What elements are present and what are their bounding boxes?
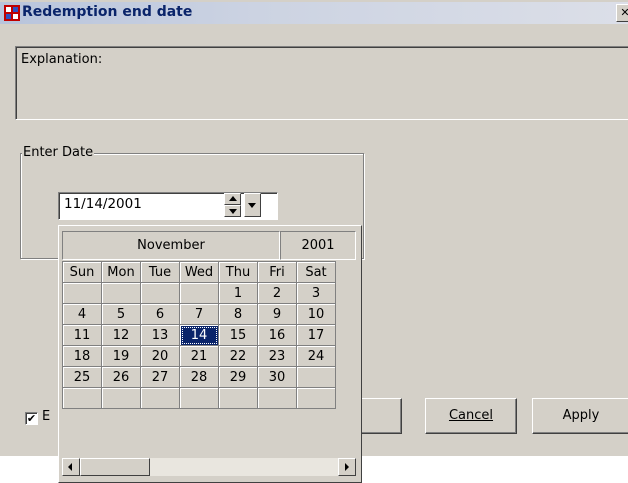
day-header: Tue (140, 261, 180, 283)
day-cell[interactable] (179, 387, 219, 409)
horizontal-scrollbar[interactable] (62, 458, 356, 476)
day-cell[interactable]: 4 (62, 303, 102, 325)
day-cell-selected[interactable]: 14 (179, 324, 219, 346)
day-cell[interactable]: 1 (218, 282, 258, 304)
day-cell[interactable]: 28 (179, 366, 219, 388)
day-cell[interactable]: 21 (179, 345, 219, 367)
day-cell[interactable]: 24 (296, 345, 336, 367)
month-selector[interactable]: November (62, 231, 280, 260)
app-icon (4, 5, 20, 21)
close-button[interactable]: ✕ (616, 4, 628, 22)
day-cell[interactable]: 2 (257, 282, 297, 304)
enter-date-group-title: Enter Date (22, 145, 95, 160)
day-cell[interactable]: 7 (179, 303, 219, 325)
close-icon: ✕ (620, 6, 628, 19)
week-row: 18 19 20 21 22 23 24 (62, 345, 336, 367)
window-title: Redemption end date (22, 4, 193, 20)
calendar-grid: Sun Mon Tue Wed Thu Fri Sat 1 2 3 4 5 6 7 8 9 10 11 12 13 1… (62, 261, 336, 409)
day-cell[interactable]: 8 (218, 303, 258, 325)
day-cell[interactable]: 25 (62, 366, 102, 388)
arrow-right-icon (345, 463, 349, 471)
day-cell[interactable] (218, 387, 258, 409)
day-cell[interactable]: 12 (101, 324, 141, 346)
day-cell[interactable]: 22 (218, 345, 258, 367)
day-cell[interactable]: 16 (257, 324, 297, 346)
date-input-value: 11/14/2001 (64, 196, 142, 212)
cancel-button[interactable]: Cancel (425, 398, 517, 434)
day-cell[interactable]: 19 (101, 345, 141, 367)
day-header: Mon (101, 261, 141, 283)
day-cell[interactable] (62, 387, 102, 409)
spin-up-button[interactable] (224, 193, 241, 205)
day-cell[interactable]: 20 (140, 345, 180, 367)
title-bar[interactable]: Redemption end date ✕ (0, 2, 628, 24)
day-cell[interactable] (296, 387, 336, 409)
day-cell[interactable]: 11 (62, 324, 102, 346)
calendar-dropdown-button[interactable] (244, 193, 261, 217)
apply-button[interactable]: Apply (532, 398, 628, 434)
day-cell[interactable]: 26 (101, 366, 141, 388)
week-row: 11 12 13 14 15 16 17 (62, 324, 336, 346)
explanation-box: Explanation: (15, 46, 628, 120)
apply-label: Apply (562, 408, 600, 423)
day-cell[interactable]: 3 (296, 282, 336, 304)
spin-down-button[interactable] (224, 205, 241, 217)
arrow-up-icon (229, 196, 237, 201)
arrow-left-icon (68, 463, 72, 471)
day-cell[interactable]: 5 (101, 303, 141, 325)
day-cell[interactable]: 10 (296, 303, 336, 325)
day-cell[interactable]: 15 (218, 324, 258, 346)
week-row (62, 387, 336, 409)
day-cell[interactable]: 23 (257, 345, 297, 367)
explanation-label: Explanation: (21, 52, 103, 67)
day-cell[interactable]: 6 (140, 303, 180, 325)
day-header: Wed (179, 261, 219, 283)
day-header: Thu (218, 261, 258, 283)
cancel-label: Cancel (448, 408, 494, 423)
week-row: 4 5 6 7 8 9 10 (62, 303, 336, 325)
day-header: Sat (296, 261, 336, 283)
day-cell[interactable]: 27 (140, 366, 180, 388)
day-cell[interactable] (101, 387, 141, 409)
day-cell[interactable]: 29 (218, 366, 258, 388)
day-cell[interactable]: 13 (140, 324, 180, 346)
day-cell[interactable] (296, 366, 336, 388)
scroll-left-button[interactable] (62, 458, 80, 476)
day-header-row: Sun Mon Tue Wed Thu Fri Sat (62, 261, 336, 283)
day-cell[interactable]: 9 (257, 303, 297, 325)
day-cell[interactable] (140, 387, 180, 409)
chevron-down-icon (248, 203, 256, 208)
scroll-right-button[interactable] (338, 458, 356, 476)
day-header: Sun (62, 261, 102, 283)
day-cell[interactable]: 30 (257, 366, 297, 388)
checkbox-label: E (42, 409, 51, 424)
day-cell[interactable] (140, 282, 180, 304)
week-row: 25 26 27 28 29 30 (62, 366, 336, 388)
checkbox[interactable]: ✔ (25, 412, 38, 425)
year-selector[interactable]: 2001 (280, 231, 356, 260)
day-header: Fri (257, 261, 297, 283)
day-cell[interactable] (62, 282, 102, 304)
calendar-header: November 2001 (62, 231, 356, 260)
date-spinner[interactable] (224, 193, 241, 217)
day-cell[interactable] (179, 282, 219, 304)
week-row: 123 (62, 282, 336, 304)
scroll-thumb[interactable] (80, 458, 150, 476)
arrow-down-icon (229, 209, 237, 214)
day-cell[interactable]: 17 (296, 324, 336, 346)
day-cell[interactable]: 18 (62, 345, 102, 367)
day-cell[interactable] (257, 387, 297, 409)
day-cell[interactable] (101, 282, 141, 304)
